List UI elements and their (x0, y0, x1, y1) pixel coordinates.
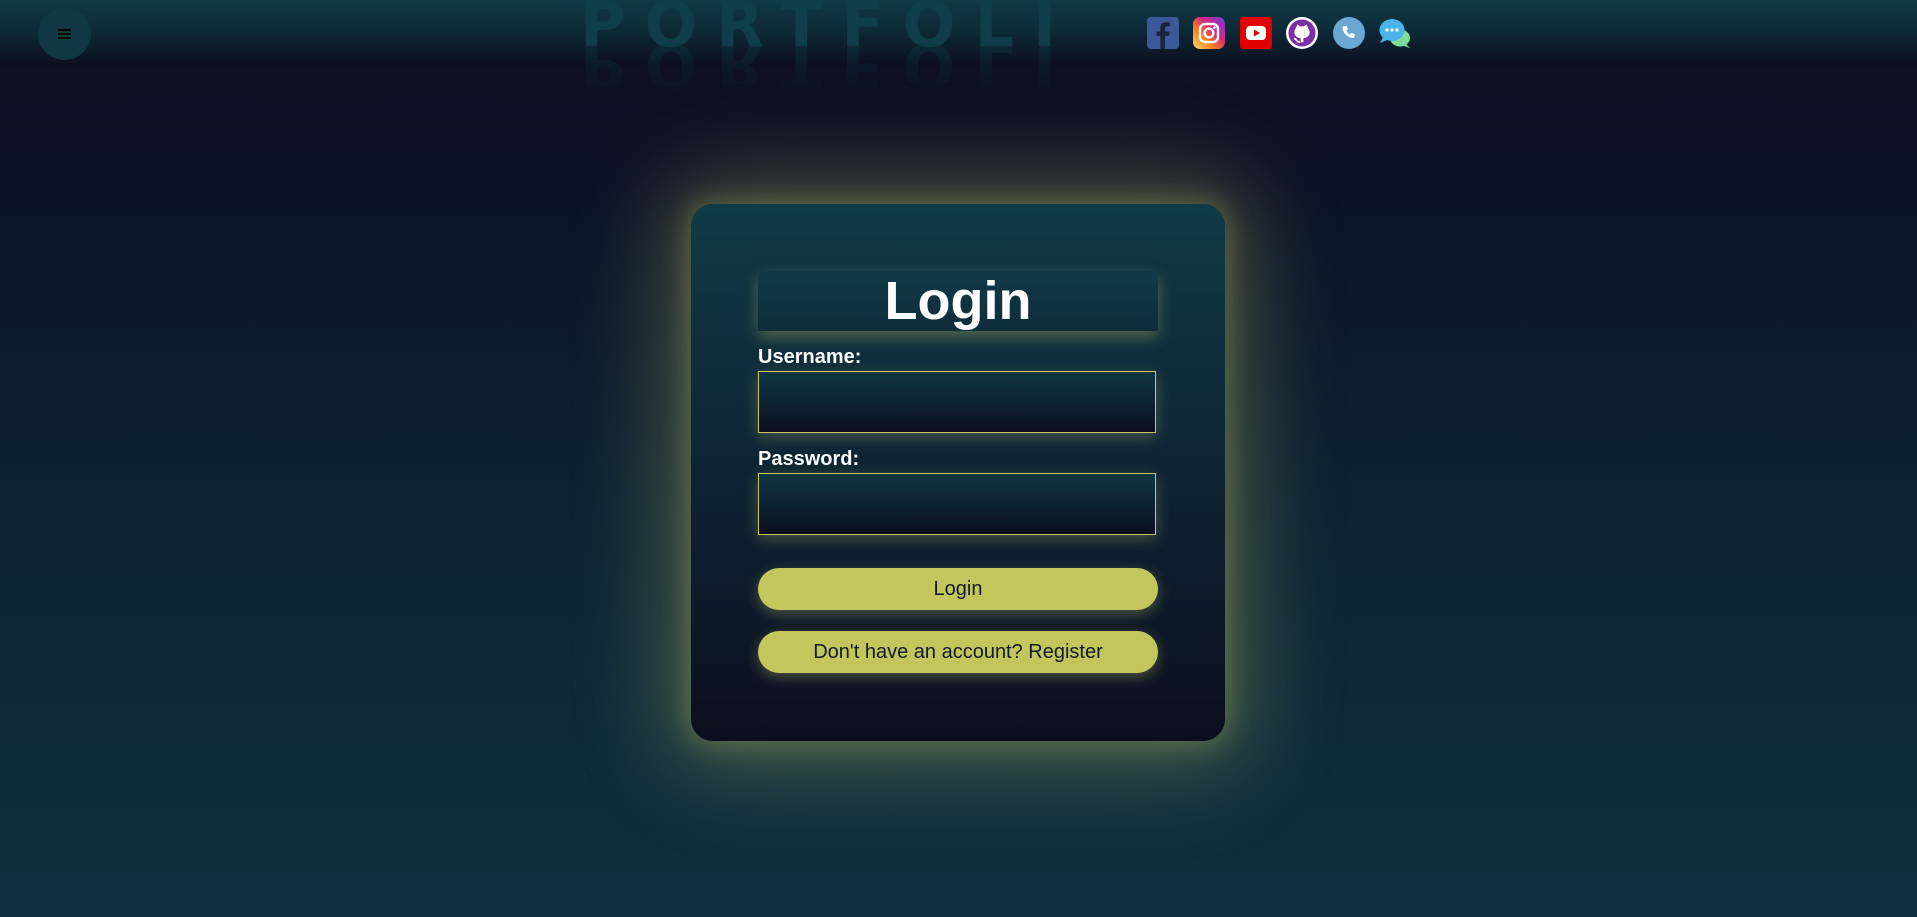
instagram-icon[interactable] (1192, 16, 1226, 50)
password-input[interactable] (758, 473, 1156, 535)
top-bar: PORTFOLIO PORTFOLIO (0, 0, 1917, 100)
github-icon[interactable] (1285, 16, 1319, 50)
hamburger-menu-icon (58, 29, 71, 39)
youtube-icon[interactable] (1239, 16, 1273, 50)
menu-button[interactable] (38, 8, 91, 60)
login-card: Login Username: Password: Login Don't ha… (691, 204, 1225, 741)
login-title: Login (884, 271, 1032, 331)
facebook-icon[interactable] (1146, 16, 1180, 50)
username-input[interactable] (758, 371, 1156, 433)
brand-logo: PORTFOLIO PORTFOLIO (580, 0, 1060, 100)
phone-icon[interactable] (1332, 16, 1366, 50)
brand-reflection: PORTFOLIO (580, 29, 1060, 100)
username-label: Username: (758, 346, 862, 368)
register-button[interactable]: Don't have an account? Register (758, 631, 1158, 673)
password-label: Password: (758, 448, 860, 470)
chat-icon[interactable] (1378, 16, 1412, 50)
login-button[interactable]: Login (758, 568, 1158, 610)
login-title-box: Login (758, 271, 1158, 331)
